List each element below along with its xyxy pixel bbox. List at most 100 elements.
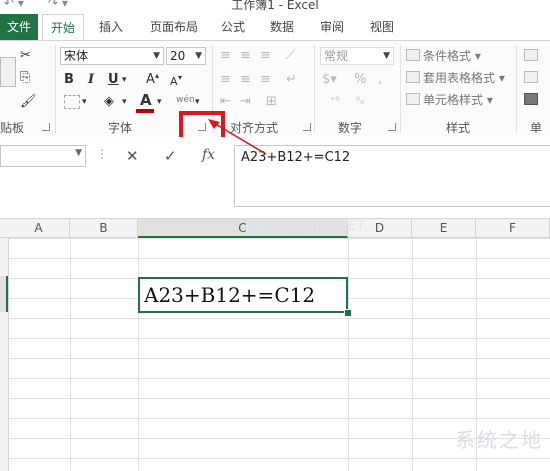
- chevron-down-icon[interactable]: ▾: [157, 93, 162, 111]
- tab-formulas[interactable]: 公式: [214, 14, 252, 40]
- ribbon-tabs: 文件 开始 插入 页面布局 公式 数据 审阅 视图: [0, 14, 550, 40]
- font-size-value: 20: [170, 49, 186, 63]
- orientation-icon[interactable]: ⟋: [286, 47, 295, 65]
- format-as-table-button[interactable]: 套用表格格式 ▾: [406, 69, 505, 87]
- watermark-brand: 系统之地: [455, 428, 543, 452]
- conditional-formatting-icon: [406, 49, 420, 61]
- ribbon: ✂ ⎘ 🖌 贴板 宋体 ▼ 20 ▼ B I U ▾ A ▴ A ▾ ▾ ◈ ▾…: [0, 40, 550, 152]
- fill-color-icon[interactable]: ◈: [104, 93, 114, 111]
- chevron-down-icon[interactable]: ▾: [122, 71, 127, 89]
- cancel-icon[interactable]: ✕: [126, 147, 139, 165]
- format-cells-icon[interactable]: [524, 91, 541, 109]
- align-center-icon[interactable]: ≡: [240, 71, 251, 89]
- currency-icon[interactable]: $▾: [322, 71, 337, 89]
- increase-decimal-icon[interactable]: ⁺⁰: [330, 93, 339, 111]
- format-painter-icon[interactable]: 🖌: [20, 93, 37, 111]
- arrow-icon: [208, 119, 267, 155]
- insert-cells-icon[interactable]: [524, 47, 541, 65]
- italic-button[interactable]: I: [88, 71, 94, 89]
- chevron-down-icon: ▼: [153, 51, 160, 61]
- table-icon: [406, 71, 420, 83]
- fill-handle[interactable]: [344, 309, 352, 317]
- number-format-dropdown[interactable]: 常规 ▼: [320, 47, 394, 65]
- number-group-label: 数字: [338, 121, 363, 135]
- tab-data[interactable]: 数据: [262, 14, 302, 40]
- gridline: [70, 238, 71, 471]
- title-bar: 工作簿1 - Excel ↶ ▾ ↷ ▾: [0, 0, 550, 14]
- phonetic-button[interactable]: wén: [176, 91, 195, 109]
- underline-button[interactable]: U: [108, 71, 119, 89]
- chevron-down-icon[interactable]: ▾: [195, 93, 200, 111]
- tab-page-layout[interactable]: 页面布局: [140, 14, 208, 40]
- column-header-a[interactable]: A: [8, 219, 70, 238]
- active-row-header[interactable]: [0, 276, 8, 312]
- align-middle-icon[interactable]: ≡: [240, 47, 251, 65]
- increase-indent-icon[interactable]: ⇥: [240, 93, 251, 111]
- tab-review[interactable]: 审阅: [312, 14, 352, 40]
- align-bottom-icon[interactable]: ≡: [260, 47, 271, 65]
- decrease-indent-icon[interactable]: ⇤: [220, 93, 231, 111]
- align-right-icon[interactable]: ≡: [260, 71, 271, 89]
- conditional-formatting-label: 条件格式: [423, 49, 472, 63]
- group-separator: [55, 45, 56, 133]
- font-name-value: 宋体: [64, 49, 89, 63]
- delete-cells-icon[interactable]: [524, 69, 541, 87]
- gridline: [348, 238, 349, 471]
- borders-icon[interactable]: [64, 95, 80, 109]
- font-color-button[interactable]: A: [140, 91, 152, 109]
- chevron-down-icon[interactable]: ▾: [82, 93, 87, 111]
- wrap-text-icon[interactable]: ↵: [286, 71, 297, 89]
- copy-icon[interactable]: ⎘: [20, 69, 30, 87]
- tab-insert[interactable]: 插入: [92, 14, 130, 40]
- decrease-font-button[interactable]: A: [170, 73, 178, 91]
- cell-styles-button[interactable]: 单元格样式 ▾: [406, 91, 493, 109]
- column-header-b[interactable]: B: [70, 219, 138, 238]
- window-title: 工作簿1 - Excel: [231, 0, 319, 12]
- decrease-decimal-icon[interactable]: ⁰₀: [356, 93, 364, 111]
- chevron-down-icon: ▼: [75, 148, 82, 158]
- column-header-f[interactable]: F: [476, 219, 550, 238]
- tab-view[interactable]: 视图: [362, 14, 402, 40]
- down-arrow-icon: ▾: [178, 73, 183, 82]
- align-left-icon[interactable]: ≡: [220, 71, 231, 89]
- tab-home[interactable]: 开始: [42, 14, 84, 40]
- cell-styles-label: 单元格样式: [423, 93, 484, 107]
- redo-icon[interactable]: ↷ ▾: [48, 0, 68, 10]
- undo-icon[interactable]: ↶ ▾: [4, 0, 24, 10]
- gridline: [138, 238, 139, 471]
- group-separator: [314, 45, 315, 133]
- cut-icon[interactable]: ✂: [20, 47, 31, 65]
- chevron-down-icon: ▼: [195, 51, 202, 61]
- font-group-label: 字体: [108, 121, 133, 135]
- font-name-dropdown[interactable]: 宋体 ▼: [60, 47, 164, 65]
- format-as-table-label: 套用表格格式: [423, 71, 496, 85]
- comma-button[interactable]: ,: [378, 71, 382, 89]
- percent-button[interactable]: %: [354, 71, 366, 89]
- number-format-value: 常规: [324, 49, 349, 63]
- cell-styles-icon: [406, 93, 420, 105]
- alignment-launcher-icon[interactable]: [303, 123, 311, 131]
- align-top-icon[interactable]: ≡: [220, 47, 231, 65]
- clipboard-launcher-icon[interactable]: [42, 123, 50, 131]
- name-box[interactable]: ▼: [0, 145, 86, 167]
- merge-center-icon[interactable]: ⊞: [266, 93, 277, 111]
- font-size-dropdown[interactable]: 20 ▼: [166, 47, 206, 65]
- formula-input[interactable]: A23+B12+=C12: [234, 145, 550, 207]
- up-arrow-icon: ▴: [155, 71, 160, 80]
- column-header-e[interactable]: E: [412, 219, 476, 238]
- bold-button[interactable]: B: [64, 71, 74, 89]
- font-color-bar: [136, 109, 154, 113]
- number-launcher-icon[interactable]: [388, 123, 396, 131]
- clipboard-group-label: 贴板: [0, 121, 25, 135]
- active-cell[interactable]: A23+B12+=C12: [138, 277, 348, 313]
- styles-group-label: 样式: [446, 121, 471, 135]
- watermark-site: www.pHome.NET: [245, 218, 366, 234]
- increase-font-button[interactable]: A: [146, 71, 155, 89]
- enter-icon[interactable]: ✓: [164, 147, 177, 165]
- chevron-down-icon[interactable]: ▾: [122, 93, 127, 111]
- paste-icon[interactable]: [0, 57, 16, 87]
- conditional-formatting-button[interactable]: 条件格式 ▾: [406, 47, 481, 65]
- chevron-down-icon: ▼: [383, 51, 390, 61]
- formula-bar: ▼ ⋮ ✕ ✓ fx A23+B12+=C12: [0, 137, 550, 209]
- tab-file[interactable]: 文件: [0, 14, 38, 40]
